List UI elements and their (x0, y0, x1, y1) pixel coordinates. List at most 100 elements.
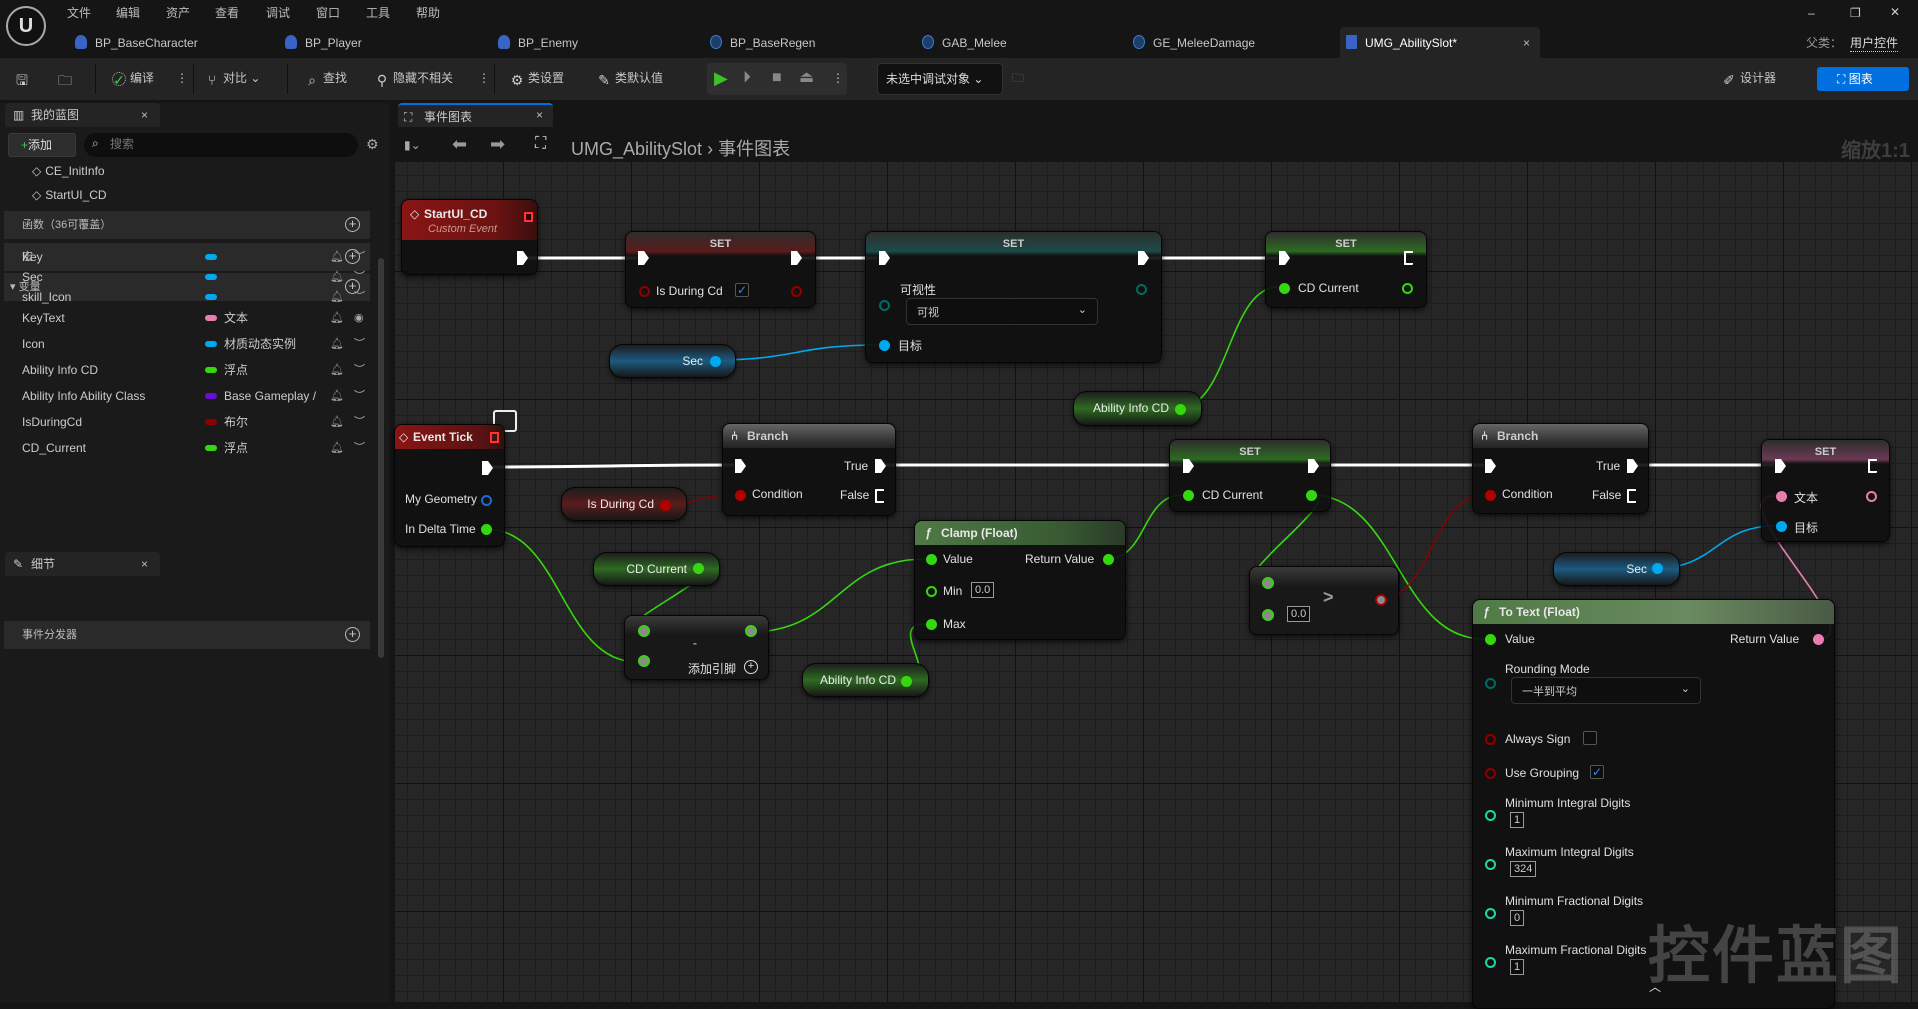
parent-class-link[interactable]: 用户控件 (1850, 34, 1899, 52)
min-input[interactable]: 0.0 (971, 582, 995, 598)
node-set-is-during-cd[interactable]: SET Is During Cd ✓ (625, 231, 816, 308)
bool-out-pin[interactable] (791, 286, 802, 297)
bool-out-pin[interactable] (660, 500, 671, 511)
close-graph-tab-icon[interactable]: × (536, 108, 543, 122)
node-set-cd-current[interactable]: SET CD Current (1265, 231, 1427, 308)
struct-out-pin[interactable] (481, 495, 492, 506)
eye-closed-icon[interactable]: ︶ (354, 360, 365, 380)
node-get-sec[interactable]: Sec (1553, 552, 1680, 586)
add-pin-icon[interactable]: + (744, 660, 758, 674)
float-out-pin[interactable] (1306, 490, 1317, 501)
variable-row[interactable]: IsDuringCd 布尔 🔔︎ ︶ (22, 412, 372, 432)
eye-closed-icon[interactable]: ︶ (354, 287, 365, 307)
use-grouping-checkbox[interactable]: ✓ (1590, 765, 1604, 779)
min-integral-pin[interactable] (1485, 810, 1496, 821)
input-a-pin[interactable] (638, 625, 650, 637)
always-sign-pin[interactable] (1485, 734, 1496, 745)
enum-in-pin[interactable] (879, 300, 890, 311)
unreal-logo[interactable]: U (6, 6, 46, 46)
value-pin[interactable] (926, 554, 937, 565)
text-out-pin[interactable] (1866, 491, 1877, 502)
output-pin[interactable] (745, 625, 757, 637)
variable-row[interactable]: Sec 🔔︎ ︶ (22, 267, 372, 287)
node-get-sec[interactable]: Sec (609, 344, 736, 378)
delegate-pin[interactable] (524, 212, 533, 222)
more-options[interactable]: ⋮ (478, 68, 490, 88)
save-button[interactable]: 🖫 (15, 68, 33, 88)
search-field[interactable] (110, 137, 340, 151)
max-fractional-input[interactable]: 1 (1510, 959, 1525, 975)
rounding-mode-dropdown[interactable]: 一半到平均 ⌄ (1511, 677, 1701, 704)
menu-edit[interactable]: 编辑 (116, 4, 140, 21)
debug-target-select[interactable]: 未选中调试对象 ⌄ (877, 63, 1003, 95)
tab-bp-basecharacter[interactable]: BP_BaseCharacter (75, 30, 198, 56)
node-get-ability-info-cd[interactable]: Ability Info CD (1073, 391, 1202, 426)
menu-help[interactable]: 帮助 (416, 4, 440, 21)
node-set-text[interactable]: SET 文本 目标 (1761, 439, 1890, 542)
rounding-mode-pin[interactable] (1485, 678, 1496, 689)
object-out-pin[interactable] (1652, 563, 1663, 574)
scrollbar[interactable] (378, 258, 384, 658)
section-functions[interactable]: 函数（36可覆盖） + (4, 211, 370, 239)
node-clamp-float[interactable]: ƒ Clamp (Float) Value Return Value Min 0… (914, 520, 1126, 640)
true-exec-pin[interactable] (1627, 459, 1638, 473)
bool-in-pin[interactable] (639, 286, 650, 297)
eye-closed-icon[interactable]: ︶ (354, 267, 365, 287)
tab-my-blueprint[interactable]: ▥ 我的蓝图 (5, 103, 160, 127)
exec-in-pin[interactable] (735, 459, 746, 473)
delegate-pin[interactable] (490, 432, 499, 443)
list-item-event[interactable]: ◇ StartUI_CD (32, 185, 382, 205)
play-options[interactable]: ⋮ (832, 68, 844, 88)
max-integral-pin[interactable] (1485, 859, 1496, 870)
float-out-pin[interactable] (1402, 283, 1413, 294)
menu-file[interactable]: 文件 (67, 4, 91, 21)
false-exec-pin[interactable] (875, 489, 884, 503)
bool-out-pin[interactable] (1375, 594, 1387, 606)
node-set-cd-current[interactable]: SET CD Current (1169, 439, 1331, 512)
replication-bell-icon[interactable]: 🔔︎ (330, 267, 344, 287)
tab-ge-meleedamage[interactable]: GE_MeleeDamage (1133, 30, 1255, 56)
node-get-ability-info-cd[interactable]: Ability Info CD (802, 663, 929, 697)
browse-button[interactable]: 🗀 (58, 68, 76, 88)
replication-bell-icon[interactable]: 🔔︎ (330, 412, 344, 432)
enum-out-pin[interactable] (1136, 284, 1147, 295)
target-pin[interactable] (1776, 521, 1787, 532)
condition-pin[interactable] (735, 490, 746, 501)
use-grouping-pin[interactable] (1485, 768, 1496, 779)
close-tab-icon[interactable]: × (1523, 36, 1530, 50)
menu-asset[interactable]: 资产 (166, 4, 190, 21)
variable-row[interactable]: skill_Icon 🔔︎ ︶ (22, 287, 372, 307)
replication-bell-icon[interactable]: 🔔︎ (330, 287, 344, 307)
tab-umg-abilityslot[interactable]: UMG_AbilitySlot* (1346, 30, 1457, 56)
float-in-pin[interactable] (1183, 490, 1194, 501)
close-window-button[interactable]: ✕ (1890, 5, 1900, 19)
add-dispatcher-icon[interactable]: + (345, 627, 360, 642)
step-button[interactable]: ⏵ (743, 68, 751, 88)
search-input[interactable]: ⌕ (84, 133, 358, 157)
add-button[interactable]: +添加 (8, 133, 76, 157)
variable-row[interactable]: Icon 材质动态实例 🔔︎ ︶ (22, 334, 372, 354)
hide-unrelated-button[interactable]: ⚲ 隐藏不相关 (375, 68, 453, 88)
max-pin[interactable] (926, 619, 937, 630)
variable-row[interactable]: CD_Current 浮点 🔔︎ ︶ (22, 438, 372, 458)
eye-open-icon[interactable]: ◉ (354, 308, 364, 328)
condition-pin[interactable] (1485, 490, 1496, 501)
replication-bell-icon[interactable]: 🔔︎ (330, 438, 344, 458)
minimize-button[interactable]: – (1808, 6, 1815, 20)
diff-button[interactable]: ⑂ 对比 ⌄ (205, 68, 261, 88)
section-event-dispatchers[interactable]: 事件分发器 + (4, 621, 370, 649)
close-panel-icon[interactable]: × (141, 108, 148, 122)
menu-window[interactable]: 窗口 (316, 4, 340, 21)
exec-in-pin[interactable] (1485, 459, 1496, 473)
tab-bp-enemy[interactable]: BP_Enemy (498, 30, 578, 56)
false-exec-pin[interactable] (1627, 489, 1636, 503)
play-button[interactable]: ▶ (714, 68, 728, 88)
forward-arrow-icon[interactable]: ➡ (490, 134, 505, 155)
min-fractional-input[interactable]: 0 (1510, 910, 1525, 926)
max-fractional-pin[interactable] (1485, 957, 1496, 968)
tab-gab-melee[interactable]: GAB_Melee (922, 30, 1007, 56)
tab-bp-baseregen[interactable]: BP_BaseRegen (710, 30, 815, 56)
node-event-tick[interactable]: ◇ Event Tick My Geometry In Delta Time (394, 424, 505, 547)
value-pin[interactable] (1485, 634, 1496, 645)
variable-row[interactable]: Ability Info Ability Class Base Gameplay … (22, 386, 372, 406)
